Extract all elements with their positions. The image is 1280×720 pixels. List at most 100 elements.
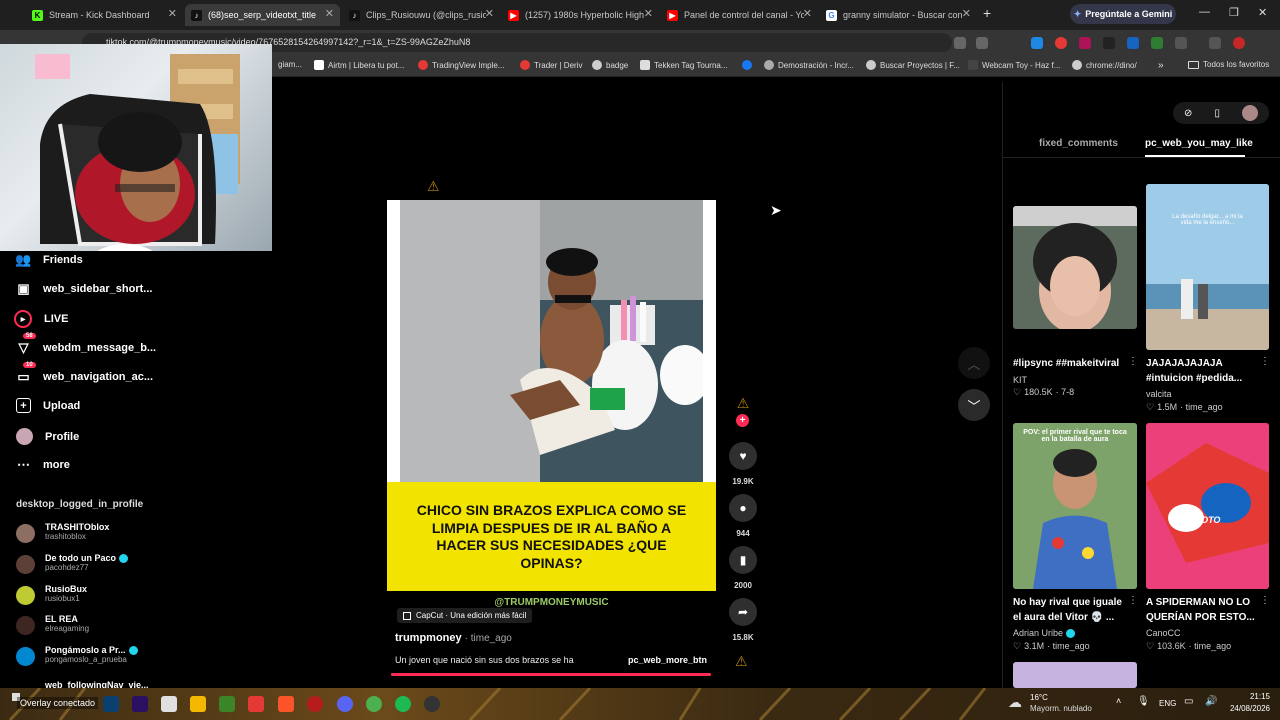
card-title-line2[interactable]: #intuicion #pedida... <box>1146 371 1242 386</box>
close-icon[interactable]: ✕ <box>644 7 653 20</box>
photoshop-icon[interactable] <box>103 696 119 712</box>
browser-tab-active[interactable]: ♪ (68)seo_serp_videotxt_title ✕ <box>185 4 340 26</box>
sidebar-item-friends[interactable]: 👥 Friends <box>15 252 82 267</box>
video-thumbnail[interactable]: La desafío delgar... a mi la vida me la … <box>1146 184 1269 350</box>
card-more-icon[interactable]: ⋮ <box>1128 595 1138 606</box>
card-author[interactable]: CanoCC <box>1146 628 1181 638</box>
close-icon[interactable]: ✕ <box>325 7 334 20</box>
following-account[interactable]: RusioBux rusiobux1 <box>16 584 87 605</box>
card-more-icon[interactable]: ⋮ <box>1260 356 1270 367</box>
share-button[interactable]: ➦ <box>729 598 757 626</box>
sidebar-item-messages[interactable]: ▽ 58 webdm_message_b... <box>16 333 156 355</box>
opera-icon[interactable] <box>307 696 323 712</box>
video-thumbnail[interactable]: NOTO <box>1146 423 1269 589</box>
user-avatar[interactable] <box>1241 105 1258 121</box>
sidebar-item-activity[interactable]: ▭ 10 web_navigation_ac... <box>16 362 153 384</box>
tab-fixed-comments[interactable]: fixed_comments <box>1039 138 1118 149</box>
bookmark-item[interactable]: badge <box>592 60 628 70</box>
language-indicator[interactable]: ENG <box>1159 699 1176 708</box>
browser-tab[interactable]: ♪ Clips_Rusiouwu (@clips_rusiou ✕ <box>343 4 500 26</box>
clock-date[interactable]: 24/08/2026 <box>1222 704 1270 713</box>
bookmark-item[interactable]: Buscar Proyectos | F... <box>866 60 960 70</box>
close-icon[interactable]: ✕ <box>803 7 812 20</box>
video-player[interactable]: CHICO SIN BRAZOS EXPLICA COMO SE LIMPIA … <box>387 200 716 591</box>
like-button[interactable]: ♥ <box>729 442 757 470</box>
file-explorer-icon[interactable] <box>190 696 206 712</box>
new-tab-button[interactable]: + <box>983 5 991 21</box>
following-account[interactable]: Pongámoslo a Pr... pongamoslo_a_prueba <box>16 645 138 666</box>
sidebar-item-shorts[interactable]: ▣ web_sidebar_short... <box>16 281 152 296</box>
store-icon[interactable] <box>161 696 177 712</box>
card-more-icon[interactable]: ⋮ <box>1260 595 1270 606</box>
card-more-icon[interactable]: ⋮ <box>1128 356 1138 367</box>
bookmark-item[interactable]: Airtm | Libera tu pot... <box>314 60 404 70</box>
browser-tab[interactable]: ▶ Panel de control del canal - You ✕ <box>661 4 818 26</box>
discord-icon[interactable] <box>337 696 353 712</box>
bookmark-item[interactable]: TradingView Imple... <box>418 60 504 70</box>
extension-icon[interactable] <box>1127 37 1139 49</box>
volume-icon[interactable]: 🔊 <box>1205 696 1217 707</box>
install-icon[interactable] <box>976 37 988 49</box>
close-window-button[interactable]: ✕ <box>1258 6 1267 19</box>
bookmark-item[interactable]: Tekken Tag Tourna... <box>640 60 728 70</box>
close-icon[interactable]: ✕ <box>485 7 494 20</box>
mobile-icon[interactable]: ▯ <box>1214 108 1220 119</box>
close-icon[interactable]: ✕ <box>962 7 971 20</box>
sidebar-item-profile[interactable]: Profile <box>16 428 79 445</box>
spotify-icon[interactable] <box>395 696 411 712</box>
profile-avatar[interactable] <box>1233 37 1245 49</box>
video-author[interactable]: trumpmoney <box>395 632 462 644</box>
bookmark-item[interactable]: Trader | Deriv <box>520 60 582 70</box>
video-thumbnail[interactable] <box>1013 206 1137 329</box>
chrome-icon[interactable] <box>366 696 382 712</box>
bookmark-item[interactable]: chrome://dino/ <box>1072 60 1137 70</box>
bookmark-item[interactable] <box>742 60 752 70</box>
previous-video-button[interactable]: ︿ <box>958 347 990 379</box>
sidebar-item-live[interactable]: ▶ LIVE <box>14 310 68 328</box>
card-title[interactable]: JAJAJAJAJAJA <box>1146 356 1223 371</box>
card-author[interactable]: valcita <box>1146 389 1172 399</box>
card-author-row[interactable]: Adrian Uribe <box>1013 628 1076 639</box>
tab-you-may-like[interactable]: pc_web_you_may_like <box>1145 138 1253 149</box>
progress-bar[interactable] <box>391 673 711 676</box>
card-title[interactable]: A SPIDERMAN NO LO <box>1146 595 1250 610</box>
translate-icon[interactable] <box>954 37 966 49</box>
minecraft-icon[interactable] <box>219 696 235 712</box>
all-bookmarks-folder[interactable]: Todos los favoritos <box>1188 60 1269 69</box>
card-author[interactable]: KIT <box>1013 375 1027 385</box>
extension-icon[interactable] <box>1055 37 1067 49</box>
following-account[interactable]: TRASHITOblox trashitoblox <box>16 522 109 543</box>
microphone-icon[interactable]: 🎙 <box>1137 696 1150 707</box>
bookmark-item[interactable]: Demostración - Incr... <box>764 60 854 70</box>
capcut-anchor[interactable]: CapCut · Una edición más fácil <box>397 608 533 623</box>
brave-icon[interactable] <box>278 696 294 712</box>
maximize-button[interactable]: ❐ <box>1229 6 1239 19</box>
comment-button[interactable]: ● <box>729 494 757 522</box>
card-title-line2[interactable]: el aura del Vitor 💀 ... <box>1013 610 1114 625</box>
gemini-button[interactable]: ✦ Pregúntale a Gemini <box>1070 4 1176 24</box>
bookmark-item[interactable]: giam... <box>278 60 302 69</box>
browser-tab[interactable]: G granny simulator - Buscar con ✕ <box>820 4 977 26</box>
following-account[interactable]: EL REA elreagaming <box>16 614 89 635</box>
card-title[interactable]: #lipsync ##makeitviral <box>1013 356 1119 371</box>
bookmarks-overflow-button[interactable]: » <box>1158 60 1164 71</box>
music-disc-icon[interactable]: ⚠ <box>735 653 748 670</box>
reading-list-icon[interactable] <box>1209 37 1221 49</box>
more-button[interactable]: pc_web_more_btn <box>628 655 707 665</box>
premiere-icon[interactable] <box>132 696 148 712</box>
compass-icon[interactable]: ⊘ <box>1184 108 1192 119</box>
sidebar-item-more[interactable]: ⋯ more <box>16 457 70 472</box>
card-title[interactable]: No hay rival que iguale <box>1013 595 1122 610</box>
extension-icon[interactable] <box>1079 37 1091 49</box>
app-icon[interactable] <box>248 696 264 712</box>
network-icon[interactable]: ▭ <box>1184 696 1193 707</box>
next-video-button[interactable]: ﹀ <box>958 389 990 421</box>
video-thumbnail[interactable]: POV: el primer rival que te toca en la b… <box>1013 423 1137 589</box>
video-thumbnail[interactable] <box>1013 662 1137 688</box>
extension-icon[interactable] <box>1031 37 1043 49</box>
save-button[interactable]: ▮ <box>729 546 757 574</box>
extension-icon[interactable] <box>1103 37 1115 49</box>
follow-plus-button[interactable]: + <box>736 414 749 427</box>
browser-tab[interactable]: ▶ (1257) 1980s Hyperbolic High ✕ <box>502 4 659 26</box>
minimize-button[interactable]: — <box>1199 6 1210 18</box>
